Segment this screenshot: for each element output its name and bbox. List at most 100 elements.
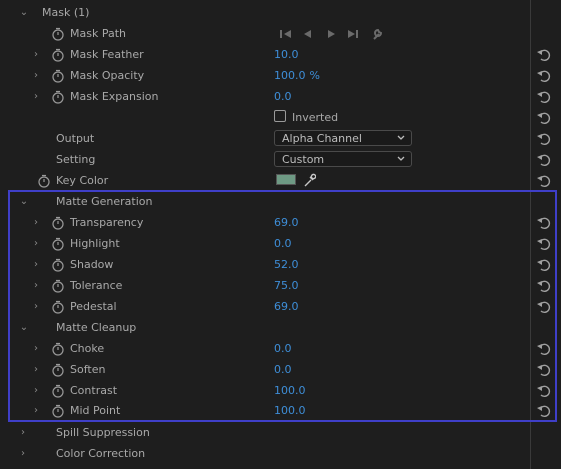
soften-row: › Soften 0.0 [0,360,561,381]
stopwatch-icon[interactable] [51,48,65,62]
reset-icon[interactable] [536,257,552,273]
value-number[interactable]: 100.0 [274,69,306,82]
color-correction-header[interactable]: › Color Correction [0,444,561,465]
chevron-right-icon[interactable]: › [30,90,42,104]
property-value[interactable]: 69.0 [274,300,299,313]
chevron-down-icon [397,135,405,140]
track-forward-icon[interactable] [348,30,358,38]
mid-point-row: › Mid Point 100.0 [0,401,561,422]
reset-icon[interactable] [536,362,552,378]
property-value[interactable]: 0.0 [274,90,292,103]
property-value[interactable]: 52.0 [274,258,299,271]
track-next-icon[interactable] [328,30,335,38]
chevron-down-icon[interactable]: ⌄ [18,321,30,335]
reset-icon[interactable] [536,299,552,315]
tolerance-row: › Tolerance 75.0 [0,276,561,297]
chevron-down-icon[interactable]: ⌄ [18,6,30,20]
track-previous-icon[interactable] [304,30,311,38]
stopwatch-icon[interactable] [51,237,65,251]
property-value[interactable]: 100.0 [274,384,306,397]
reset-icon[interactable] [536,173,552,189]
stopwatch-icon[interactable] [51,384,65,398]
stopwatch-icon[interactable] [51,90,65,104]
chevron-down-icon[interactable]: ⌄ [18,195,30,209]
eyedropper-icon[interactable] [302,172,316,188]
chevron-right-icon[interactable]: › [30,279,42,293]
chevron-right-icon[interactable]: › [17,447,29,461]
property-label: Pedestal [70,300,117,313]
key-color-swatch[interactable] [276,174,296,185]
color-correction-title: Color Correction [56,447,146,460]
mask-opacity-row: › Mask Opacity 100.0% [0,66,561,87]
chevron-down-icon [397,156,405,161]
property-label: Mask Expansion [70,90,159,103]
reset-icon[interactable] [536,110,552,126]
property-value[interactable]: 75.0 [274,279,299,292]
wrench-icon[interactable] [373,28,383,40]
reset-icon[interactable] [536,68,552,84]
mask-path-row: Mask Path [0,24,561,45]
chevron-right-icon[interactable]: › [30,48,42,62]
property-value[interactable]: 10.0 [274,48,299,61]
stopwatch-icon[interactable] [51,363,65,377]
stopwatch-icon[interactable] [51,27,65,41]
property-value[interactable]: 69.0 [274,216,299,229]
property-label: Highlight [70,237,120,250]
track-backward-icon[interactable] [280,30,291,38]
inverted-row: Inverted [0,108,561,129]
output-dropdown[interactable]: Alpha Channel [274,130,412,146]
setting-dropdown[interactable]: Custom [274,151,412,167]
chevron-right-icon[interactable]: › [30,363,42,377]
reset-icon[interactable] [536,47,552,63]
shadow-row: › Shadow 52.0 [0,255,561,276]
chevron-right-icon[interactable]: › [17,426,29,440]
matte-generation-header[interactable]: ⌄ Matte Generation [0,192,561,213]
chevron-right-icon[interactable]: › [30,237,42,251]
stopwatch-icon[interactable] [51,69,65,83]
stopwatch-icon[interactable] [51,404,65,418]
chevron-right-icon[interactable]: › [30,342,42,356]
property-value[interactable]: 0.0 [274,342,292,355]
chevron-right-icon[interactable]: › [30,69,42,83]
property-value[interactable]: 100.0% [274,69,320,82]
chevron-right-icon[interactable]: › [30,216,42,230]
output-label: Output [56,132,95,145]
inverted-checkbox[interactable] [274,110,286,122]
stopwatch-icon[interactable] [51,216,65,230]
reset-icon[interactable] [536,383,552,399]
reset-icon[interactable] [536,341,552,357]
stopwatch-icon[interactable] [51,300,65,314]
property-label: Transparency [70,216,144,229]
key-color-label: Key Color [56,174,109,187]
reset-icon[interactable] [536,236,552,252]
stopwatch-icon[interactable] [37,174,51,188]
stopwatch-icon[interactable] [51,258,65,272]
reset-icon[interactable] [536,152,552,168]
chevron-right-icon[interactable]: › [30,404,42,418]
inverted-label: Inverted [292,111,339,124]
mask-expansion-row: › Mask Expansion 0.0 [0,87,561,108]
key-color-row: Key Color [0,171,561,192]
property-label: Mid Point [70,404,121,417]
chevron-right-icon[interactable]: › [30,384,42,398]
choke-row: › Choke 0.0 [0,339,561,360]
reset-icon[interactable] [536,278,552,294]
reset-icon[interactable] [536,215,552,231]
property-value[interactable]: 0.0 [274,363,292,376]
reset-icon[interactable] [536,89,552,105]
chevron-right-icon[interactable]: › [30,258,42,272]
stopwatch-icon[interactable] [51,342,65,356]
spill-suppression-header[interactable]: › Spill Suppression [0,423,561,444]
property-value[interactable]: 100.0 [274,404,306,417]
mask-feather-row: › Mask Feather 10.0 [0,45,561,66]
property-value[interactable]: 0.0 [274,237,292,250]
chevron-right-icon[interactable]: › [30,300,42,314]
stopwatch-icon[interactable] [51,279,65,293]
matte-cleanup-header[interactable]: ⌄ Matte Cleanup [0,318,561,339]
reset-icon[interactable] [536,403,552,419]
property-label: Mask Opacity [70,69,145,82]
mask-section-title: Mask (1) [42,6,90,19]
reset-icon[interactable] [536,131,552,147]
mask-path-tools [280,28,383,40]
mask-section-header[interactable]: ⌄ Mask (1) [0,3,561,24]
